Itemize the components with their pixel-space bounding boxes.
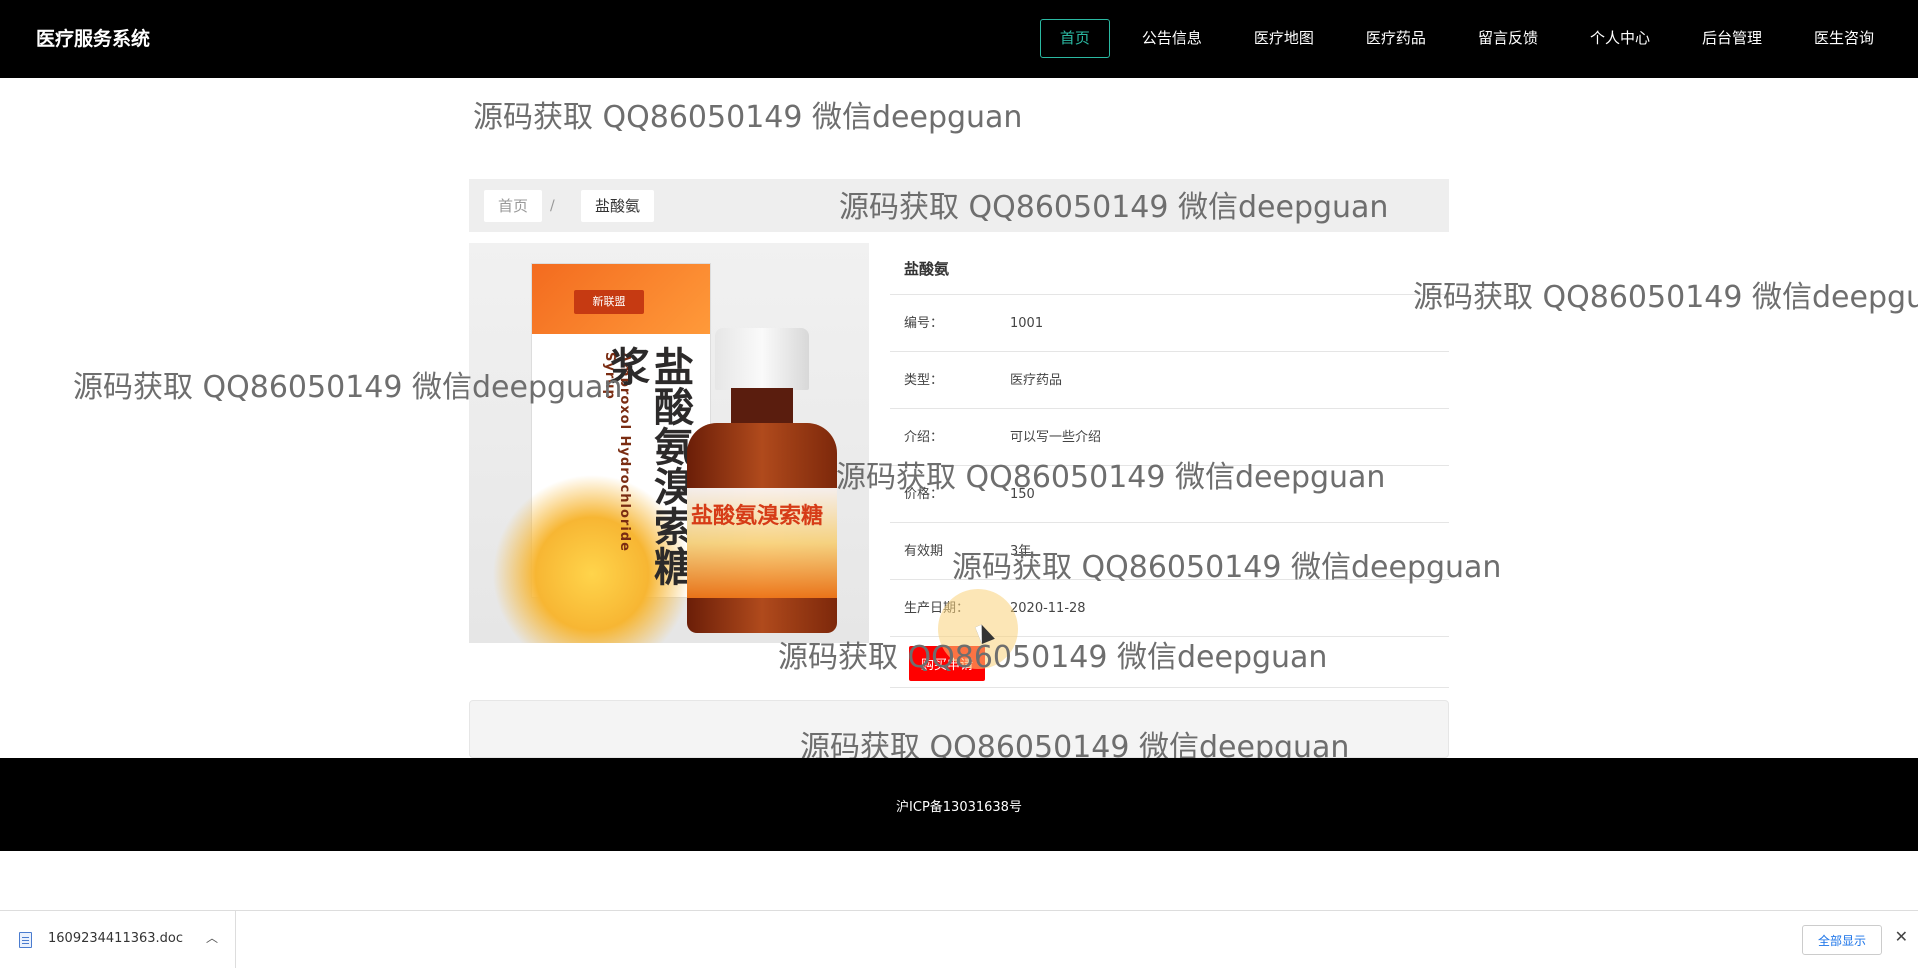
info-value: 医疗药品: [1010, 373, 1063, 388]
info-label: 价格：: [904, 487, 944, 502]
download-bar: 1609234411363.doc ︿ 全部显示 ✕: [0, 910, 1918, 968]
nav-admin[interactable]: 后台管理: [1682, 19, 1782, 58]
info-label: 编号：: [904, 316, 944, 331]
info-label: 介绍：: [904, 430, 944, 445]
product-image: 新联盟 Ambroxol Hydrochloride Syrup 盐酸氨溴索糖浆…: [469, 243, 869, 643]
info-row-description: 介绍： 可以写一些介绍: [890, 409, 1449, 466]
nav-doctor-consult[interactable]: 医生咨询: [1794, 19, 1894, 58]
icp-number: 沪ICP备13031638号: [896, 800, 1022, 815]
show-all-downloads-button[interactable]: 全部显示: [1802, 925, 1882, 955]
info-row-production-date: 生产日期： 2020-11-28: [890, 580, 1449, 637]
box-chinese-name: 盐酸氨溴索糖浆: [603, 346, 693, 586]
info-label: 类型：: [904, 373, 944, 388]
info-value: 1001: [1010, 316, 1044, 331]
info-value: 2020-11-28: [1010, 601, 1086, 616]
chevron-up-icon[interactable]: ︿: [206, 929, 218, 946]
info-value: 150: [1010, 487, 1035, 502]
medicine-box: 新联盟 Ambroxol Hydrochloride Syrup 盐酸氨溴索糖浆: [492, 263, 711, 643]
close-icon[interactable]: ✕: [1895, 927, 1908, 946]
info-value: 3年: [1010, 544, 1032, 559]
buy-request-button[interactable]: 购买申请: [909, 646, 985, 681]
main-nav: 首页 公告信息 医疗地图 医疗药品 留言反馈 个人中心 后台管理 医生咨询: [1028, 19, 1894, 58]
breadcrumb-home[interactable]: 首页: [484, 190, 543, 222]
watermark-text: 源码获取 QQ86050149 微信deepgua: [1413, 280, 1918, 315]
info-label: 生产日期：: [904, 601, 970, 616]
buy-row: 购买申请: [890, 637, 1449, 688]
bottle-label-text: 盐酸氨溴索糖: [691, 504, 824, 529]
info-row-price: 价格： 150: [890, 466, 1449, 523]
download-file-name: 1609234411363.doc: [48, 931, 184, 946]
info-label: 有效期: [904, 544, 944, 559]
document-icon: [19, 932, 32, 948]
breadcrumb-current: 盐酸氨: [581, 190, 655, 222]
medicine-bottle: 盐酸氨溴索糖: [687, 328, 837, 633]
nav-personal-center[interactable]: 个人中心: [1570, 19, 1670, 58]
site-brand[interactable]: 医疗服务系统: [36, 24, 150, 51]
comment-section: [469, 700, 1449, 758]
box-brand-label: 新联盟: [574, 290, 644, 314]
info-row-id: 编号： 1001: [890, 295, 1449, 352]
product-info-panel: 盐酸氨 编号： 1001 类型： 医疗药品 介绍： 可以写一些介绍 价格： 15…: [890, 243, 1449, 688]
nav-feedback[interactable]: 留言反馈: [1458, 19, 1558, 58]
box-english-name: Ambroxol Hydrochloride Syrup: [602, 352, 632, 552]
download-item[interactable]: 1609234411363.doc ︿: [0, 911, 236, 968]
nav-announcements[interactable]: 公告信息: [1122, 19, 1222, 58]
info-row-type: 类型： 医疗药品: [890, 352, 1449, 409]
nav-medicines[interactable]: 医疗药品: [1346, 19, 1446, 58]
info-value: 可以写一些介绍: [1010, 430, 1102, 445]
info-row-validity: 有效期 3年: [890, 523, 1449, 580]
breadcrumb: 首页 / 盐酸氨: [469, 179, 1449, 232]
nav-medical-map[interactable]: 医疗地图: [1234, 19, 1334, 58]
site-footer: 沪ICP备13031638号: [0, 758, 1918, 851]
nav-home[interactable]: 首页: [1039, 19, 1110, 58]
watermark-text: 源码获取 QQ86050149 微信deepguan: [473, 100, 1023, 135]
breadcrumb-separator: /: [550, 198, 555, 214]
product-title: 盐酸氨: [890, 243, 1449, 295]
top-navbar: 医疗服务系统 首页 公告信息 医疗地图 医疗药品 留言反馈 个人中心 后台管理 …: [0, 0, 1918, 78]
